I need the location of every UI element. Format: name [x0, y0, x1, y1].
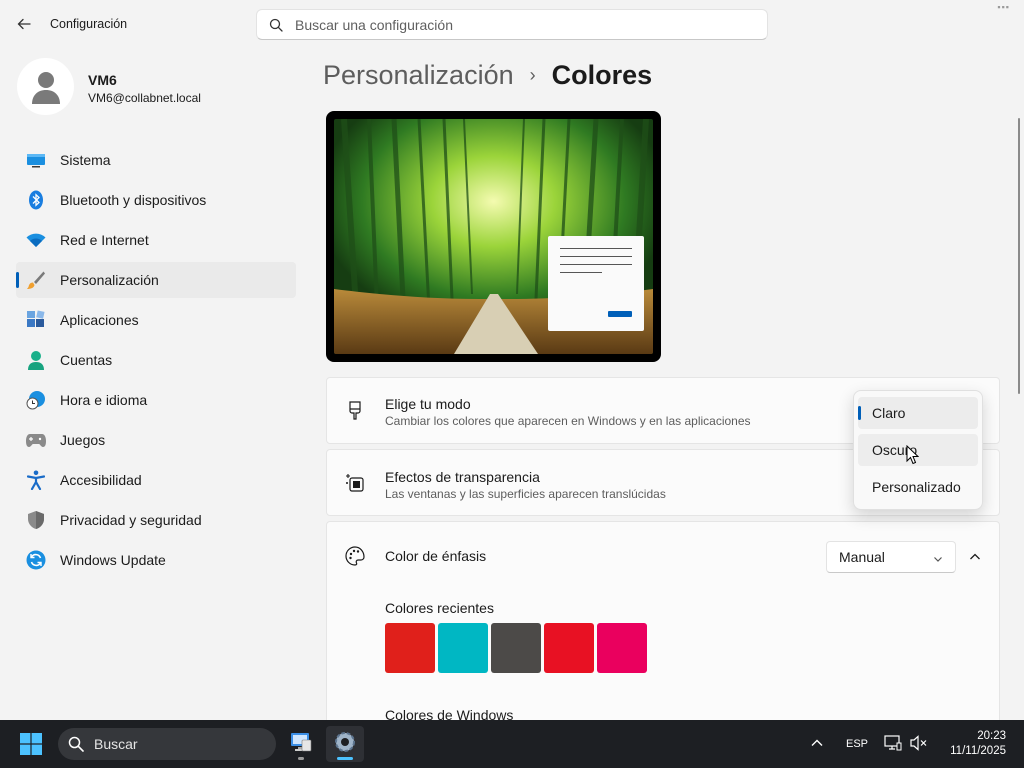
menu-option-personalizado[interactable]: Personalizado [858, 471, 978, 503]
sidebar-item-sistema[interactable]: Sistema [16, 142, 296, 178]
dropdown-value: Manual [839, 549, 885, 565]
breadcrumb-parent[interactable]: Personalización [323, 60, 514, 91]
color-swatch[interactable] [491, 623, 541, 673]
mode-title: Elige tu modo [385, 396, 471, 412]
brush-icon [26, 270, 46, 290]
settings-window: Configuración Buscar una configuración ▪… [0, 0, 1024, 720]
sidebar-item-label: Cuentas [60, 352, 113, 368]
chevron-up-icon[interactable] [963, 545, 987, 569]
settings-gear-icon [333, 730, 357, 759]
breadcrumb-separator: › [529, 65, 536, 85]
title-bar: Configuración Buscar una configuración ▪… [0, 0, 1024, 48]
windows-colors-label: Colores de Windows [385, 707, 514, 720]
account-icon [26, 350, 46, 370]
menu-option-claro[interactable]: Claro [858, 397, 978, 429]
color-swatch[interactable] [438, 623, 488, 673]
user-name: VM6 [88, 72, 117, 88]
sidebar-item-windows-update[interactable]: Windows Update [16, 542, 296, 578]
sidebar-item-label: Sistema [60, 152, 111, 168]
shield-icon [26, 510, 46, 530]
avatar[interactable] [17, 58, 74, 115]
taskbar-app-settings[interactable] [326, 726, 364, 762]
sidebar-item-red[interactable]: Red e Internet [16, 222, 296, 258]
sidebar-item-juegos[interactable]: Juegos [16, 422, 296, 458]
sidebar-item-bluetooth[interactable]: Bluetooth y dispositivos [16, 182, 296, 218]
language-indicator[interactable]: ESP [846, 738, 868, 750]
accent-color-card[interactable]: Color de énfasis Manual [326, 521, 1000, 590]
sidebar-nav: Sistema Bluetooth y dispositivos Red e I… [16, 142, 296, 582]
taskbar-search-placeholder: Buscar [94, 736, 138, 752]
accessibility-icon [26, 470, 46, 490]
recent-colors-label: Colores recientes [385, 600, 494, 616]
remote-desktop-icon [289, 731, 313, 758]
chevron-up-icon[interactable] [810, 736, 824, 755]
system-icon [26, 150, 46, 170]
mode-subtitle: Cambiar los colores que aparecen en Wind… [385, 414, 751, 428]
window-controls-icon[interactable]: ▪▪▪ [997, 2, 1010, 12]
sidebar-item-aplicaciones[interactable]: Aplicaciones [16, 302, 296, 338]
accent-title: Color de énfasis [385, 548, 487, 564]
breadcrumb: Personalización › Colores [323, 60, 652, 91]
volume-muted-icon[interactable] [910, 735, 928, 756]
sidebar-item-label: Aplicaciones [60, 312, 139, 328]
transparency-title: Efectos de transparencia [385, 469, 540, 485]
app-title: Configuración [50, 17, 128, 31]
mouse-cursor-icon [906, 444, 920, 470]
search-icon [68, 736, 84, 752]
taskbar: Buscar ESP 20:23 11/11/2025 [0, 720, 1024, 768]
sidebar-item-privacidad[interactable]: Privacidad y seguridad [16, 502, 296, 538]
sidebar-item-hora[interactable]: Hora e idioma [16, 382, 296, 418]
settings-search-input[interactable]: Buscar una configuración [256, 9, 768, 40]
system-clock[interactable]: 20:23 11/11/2025 [950, 729, 1006, 759]
color-swatch[interactable] [544, 623, 594, 673]
wifi-icon [26, 230, 46, 250]
clock-time: 20:23 [977, 730, 1006, 742]
theme-preview [326, 111, 661, 362]
chevron-down-icon [933, 551, 943, 567]
sidebar-item-cuentas[interactable]: Cuentas [16, 342, 296, 378]
color-swatch[interactable] [597, 623, 647, 673]
sidebar-item-label: Privacidad y seguridad [60, 512, 202, 528]
transparency-subtitle: Las ventanas y las superficies aparecen … [385, 487, 666, 501]
sidebar-item-accesibilidad[interactable]: Accesibilidad [16, 462, 296, 498]
sidebar-item-personalizacion[interactable]: Personalización [16, 262, 296, 298]
update-icon [26, 550, 46, 570]
taskbar-app-remote-desktop[interactable] [282, 726, 320, 762]
accent-color-panel: Colores recientes Colores de Windows [326, 589, 1000, 720]
sidebar-item-label: Windows Update [60, 552, 166, 568]
gamepad-icon [26, 430, 46, 450]
color-swatch[interactable] [385, 623, 435, 673]
preview-dialog [548, 236, 644, 331]
apps-icon [26, 310, 46, 330]
user-email: VM6@collabnet.local [88, 91, 201, 105]
clock-date: 11/11/2025 [950, 745, 1006, 757]
sidebar-item-label: Bluetooth y dispositivos [60, 192, 207, 208]
paint-brush-icon [345, 401, 365, 421]
back-arrow-icon[interactable] [10, 12, 38, 36]
wallpaper-preview-image [334, 119, 653, 354]
sidebar-item-label: Juegos [60, 432, 106, 448]
transparency-icon [345, 473, 365, 493]
page-title: Colores [551, 60, 653, 90]
bluetooth-icon [26, 190, 46, 210]
sidebar-item-label: Personalización [60, 272, 159, 288]
taskbar-search[interactable]: Buscar [58, 728, 276, 760]
search-icon [257, 18, 295, 32]
network-icon[interactable] [884, 734, 902, 757]
clock-globe-icon [26, 390, 46, 410]
search-placeholder: Buscar una configuración [295, 16, 453, 33]
sidebar-item-label: Hora e idioma [60, 392, 148, 408]
windows-start-icon[interactable] [20, 733, 42, 755]
accent-mode-dropdown[interactable]: Manual [826, 541, 956, 573]
sidebar-item-label: Accesibilidad [60, 472, 142, 488]
content-scrollbar[interactable] [1018, 118, 1020, 394]
palette-icon [345, 546, 365, 566]
sidebar-item-label: Red e Internet [60, 232, 149, 248]
